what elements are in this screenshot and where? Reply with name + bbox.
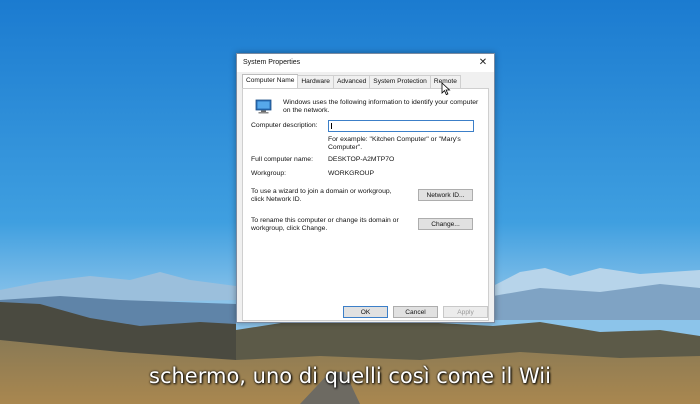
close-button[interactable]: ✕ <box>472 54 494 72</box>
computer-name-panel: Windows uses the following information t… <box>242 88 489 321</box>
full-name-label: Full computer name: <box>251 156 313 163</box>
cancel-button[interactable]: Cancel <box>393 306 438 318</box>
description-hint: For example: "Kitchen Computer" or "Mary… <box>328 136 461 151</box>
dialog-title: System Properties <box>243 59 301 66</box>
video-subtitle: schermo, uno di quelli così come il Wii <box>149 364 551 388</box>
mouse-cursor-icon <box>441 82 451 96</box>
computer-icon <box>255 99 272 114</box>
tab-strip: Computer Name Hardware Advanced System P… <box>242 74 461 89</box>
tab-system-protection[interactable]: System Protection <box>369 75 431 88</box>
text-caret <box>331 123 332 129</box>
ok-button[interactable]: OK <box>343 306 388 318</box>
tab-computer-name[interactable]: Computer Name <box>242 74 299 89</box>
description-label: Computer description: <box>251 122 318 129</box>
network-id-button[interactable]: Network ID... <box>418 189 473 201</box>
computer-description-input[interactable] <box>328 120 474 132</box>
system-properties-dialog: System Properties ✕ Computer Name Hardwa… <box>236 53 495 323</box>
network-id-text: To use a wizard to join a domain or work… <box>251 188 392 203</box>
tab-hardware[interactable]: Hardware <box>297 75 334 88</box>
tab-advanced[interactable]: Advanced <box>332 75 371 88</box>
apply-button[interactable]: Apply <box>443 306 488 318</box>
workgroup-label: Workgroup: <box>251 170 287 177</box>
rename-text: To rename this computer or change its do… <box>251 217 399 232</box>
workgroup-value: WORKGROUP <box>328 170 375 177</box>
change-button[interactable]: Change... <box>418 218 473 230</box>
close-icon: ✕ <box>478 57 488 68</box>
intro-text: Windows uses the following information t… <box>283 99 479 114</box>
full-name-value: DESKTOP-A2MTP7O <box>328 156 395 163</box>
dialog-titlebar[interactable]: System Properties ✕ <box>237 54 494 72</box>
